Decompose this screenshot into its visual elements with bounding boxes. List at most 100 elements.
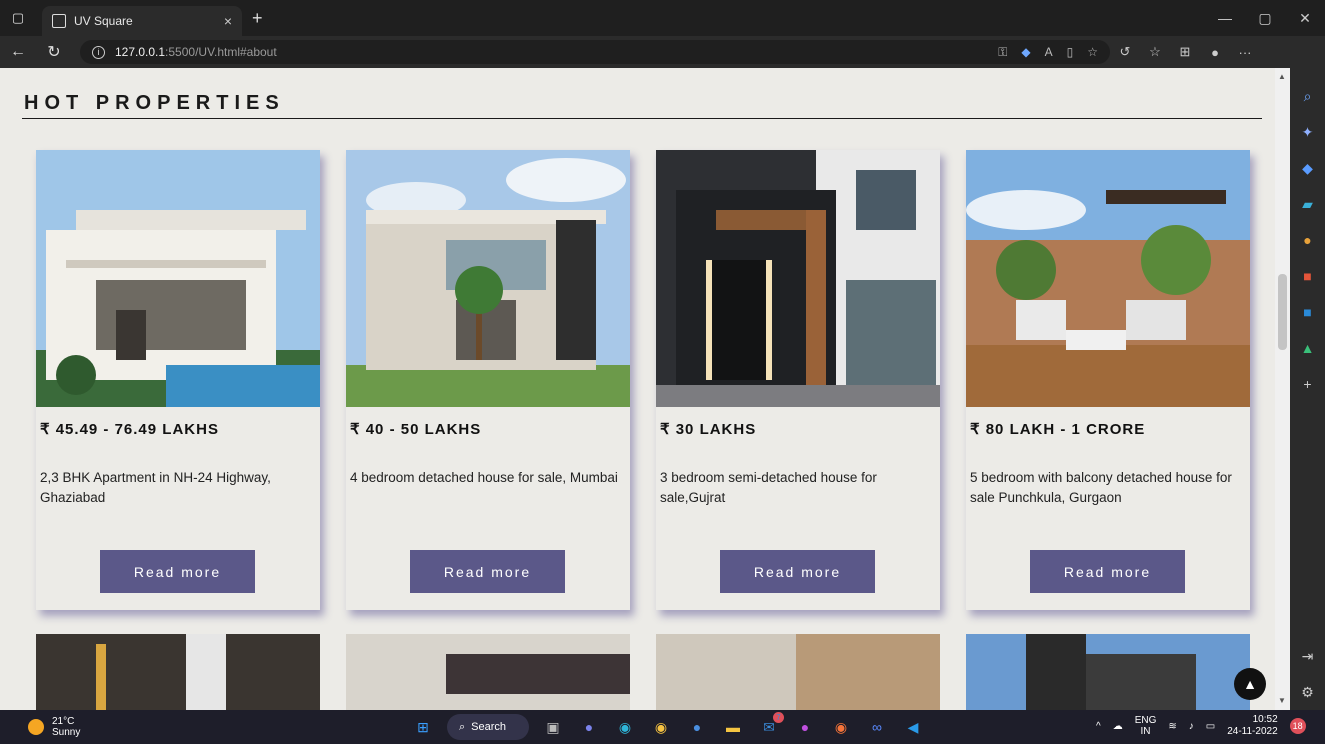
clock[interactable]: 10:52 24-11-2022 bbox=[1227, 714, 1277, 738]
page-title: HOT PROPERTIES bbox=[24, 92, 285, 114]
property-photo bbox=[966, 150, 1250, 407]
time: 10:52 bbox=[1252, 714, 1278, 725]
page-icon bbox=[52, 14, 66, 28]
shopping-tag-icon[interactable]: ◆ bbox=[1290, 150, 1325, 186]
read-more-button[interactable]: Read more bbox=[720, 550, 875, 593]
property-card: ₹ 40 - 50 LAKHS 4 bedroom detached house… bbox=[346, 150, 630, 610]
search-label: Search bbox=[471, 721, 507, 733]
profile-icon[interactable]: ● bbox=[1200, 36, 1230, 68]
address-bar-row: ← ↻ i 127.0.0.1 :5500/UV.html#about ⚿ ◆ … bbox=[0, 36, 1325, 68]
sidebar-toggle-icon[interactable]: ⇥ bbox=[1290, 638, 1325, 674]
menu-icon[interactable]: ··· bbox=[1230, 36, 1260, 68]
close-window-button[interactable]: ✕ bbox=[1285, 0, 1325, 36]
refresh-icon[interactable]: ↻ bbox=[36, 36, 72, 68]
property-description: 2,3 BHK Apartment in NH-24 Highway, Ghaz… bbox=[40, 470, 271, 505]
weather-widget[interactable]: 21°C Sunny bbox=[28, 716, 80, 738]
property-card-partial bbox=[656, 634, 940, 710]
property-description: 5 bedroom with balcony detached house fo… bbox=[970, 470, 1232, 505]
browser-titlebar: ▢ UV Square × + — ▢ ✕ bbox=[0, 0, 1325, 36]
scroll-up-icon[interactable]: ▲ bbox=[1278, 72, 1286, 81]
scroll-to-top-button[interactable]: ▲ bbox=[1234, 668, 1266, 700]
property-photo bbox=[36, 150, 320, 407]
site-info-icon[interactable]: i bbox=[92, 45, 105, 59]
battery-icon[interactable]: ▭ bbox=[1206, 721, 1215, 732]
search-icon[interactable]: ⌕ bbox=[1290, 78, 1325, 114]
app-icon[interactable]: ● bbox=[684, 714, 710, 740]
teams-icon[interactable]: ● bbox=[576, 714, 602, 740]
new-tab-button[interactable]: + bbox=[252, 8, 263, 29]
language-indicator[interactable]: ENG IN bbox=[1135, 715, 1157, 737]
vscode-icon[interactable]: ◀ bbox=[900, 714, 926, 740]
date: 24-11-2022 bbox=[1227, 726, 1278, 737]
page-scrollbar[interactable]: ▲ ▼ bbox=[1275, 68, 1290, 710]
taskbar-search[interactable]: ⌕ Search bbox=[447, 714, 529, 740]
refresh-page-icon[interactable]: ↺ bbox=[1110, 36, 1140, 68]
mail-badge: 7 bbox=[773, 712, 784, 723]
collections-icon[interactable]: ⊞ bbox=[1170, 36, 1200, 68]
volume-icon[interactable]: ♪ bbox=[1189, 721, 1194, 732]
file-explorer-icon[interactable]: ▬ bbox=[720, 714, 746, 740]
edge-icon[interactable]: ◉ bbox=[612, 714, 638, 740]
discover-icon[interactable]: ✦ bbox=[1290, 114, 1325, 150]
language-bottom: IN bbox=[1140, 726, 1151, 737]
firefox-icon[interactable]: ◉ bbox=[828, 714, 854, 740]
property-card-partial bbox=[966, 634, 1250, 710]
weather-condition: Sunny bbox=[52, 727, 81, 738]
page-content: HOT PROPERTIES ₹ 45.49 - 76.49 LAKHS 2,3… bbox=[0, 68, 1282, 710]
property-card: ₹ 80 LAKH - 1 CRORE 5 bedroom with balco… bbox=[966, 150, 1250, 610]
tab-actions-icon[interactable]: ▢ bbox=[0, 0, 36, 36]
cloud-icon[interactable]: ☁ bbox=[1113, 721, 1123, 732]
property-price: ₹ 40 - 50 LAKHS bbox=[350, 421, 482, 438]
mail-icon[interactable]: ✉ 7 bbox=[756, 712, 784, 740]
property-photo bbox=[346, 150, 630, 407]
read-more-button[interactable]: Read more bbox=[410, 550, 565, 593]
games-icon[interactable]: ● bbox=[1290, 222, 1325, 258]
wifi-icon[interactable]: ≋ bbox=[1168, 721, 1176, 732]
tab-close-icon[interactable]: × bbox=[224, 13, 232, 29]
settings-gear-icon[interactable]: ⚙ bbox=[1290, 674, 1325, 710]
tools-icon[interactable]: ▰ bbox=[1290, 186, 1325, 222]
chevron-up-icon[interactable]: ^ bbox=[1096, 721, 1101, 732]
title-divider bbox=[22, 118, 1262, 119]
favorite-star-icon[interactable]: ☆ bbox=[1087, 45, 1098, 59]
outlook-icon[interactable]: ■ bbox=[1290, 294, 1325, 330]
key-icon[interactable]: ⚿ bbox=[998, 45, 1007, 60]
url-input[interactable]: i 127.0.0.1 :5500/UV.html#about ⚿ ◆ A ▯ … bbox=[80, 40, 1110, 64]
favorites-icon[interactable]: ☆ bbox=[1140, 36, 1170, 68]
language-top: ENG bbox=[1134, 715, 1157, 726]
start-icon[interactable]: ⊞ bbox=[410, 714, 436, 740]
immersive-reader-icon[interactable]: ▯ bbox=[1067, 45, 1074, 59]
game-icon[interactable]: ● bbox=[792, 714, 818, 740]
temperature: 21°C bbox=[52, 716, 75, 727]
read-more-button[interactable]: Read more bbox=[1030, 550, 1185, 593]
url-host: 127.0.0.1 bbox=[115, 45, 166, 59]
chrome-icon[interactable]: ◉ bbox=[648, 714, 674, 740]
windows-taskbar: 21°C Sunny ⊞ ⌕ Search ▣ ● ◉ ◉ ● ▬ ✉ 7 ● ◉… bbox=[0, 710, 1325, 744]
scroll-thumb[interactable] bbox=[1278, 274, 1287, 350]
property-card-partial bbox=[346, 634, 630, 710]
system-tray: ^ ☁ ENG IN ≋ ♪ ▭ 10:52 24-11-2022 18 bbox=[1090, 714, 1306, 738]
property-card-partial bbox=[36, 634, 320, 710]
tag-icon[interactable]: ◆ bbox=[1021, 45, 1030, 59]
browser-sidebar: ⌕ ✦ ◆ ▰ ● ■ ■ ▲ + ⇥ ⚙ bbox=[1290, 68, 1325, 710]
browser-tab[interactable]: UV Square × bbox=[42, 6, 242, 36]
property-price: ₹ 30 LAKHS bbox=[660, 421, 757, 438]
sun-icon bbox=[28, 719, 44, 735]
add-icon[interactable]: + bbox=[1290, 366, 1325, 402]
search-icon: ⌕ bbox=[459, 720, 466, 733]
notification-badge[interactable]: 18 bbox=[1289, 718, 1306, 734]
property-description: 4 bedroom detached house for sale, Mumba… bbox=[350, 470, 618, 485]
office-icon[interactable]: ■ bbox=[1290, 258, 1325, 294]
property-card: ₹ 45.49 - 76.49 LAKHS 2,3 BHK Apartment … bbox=[36, 150, 320, 610]
property-description: 3 bedroom semi-detached house for sale,G… bbox=[660, 470, 877, 505]
task-view-icon[interactable]: ▣ bbox=[540, 714, 566, 740]
property-price: ₹ 45.49 - 76.49 LAKHS bbox=[40, 421, 219, 438]
back-icon[interactable]: ← bbox=[0, 36, 36, 68]
scroll-down-icon[interactable]: ▼ bbox=[1278, 696, 1286, 705]
read-more-button[interactable]: Read more bbox=[100, 550, 255, 593]
minimize-button[interactable]: — bbox=[1205, 0, 1245, 36]
read-aloud-icon[interactable]: A bbox=[1045, 45, 1053, 59]
tree-icon[interactable]: ▲ bbox=[1290, 330, 1325, 366]
app-icon-infinity[interactable]: ∞ bbox=[864, 714, 890, 740]
restore-button[interactable]: ▢ bbox=[1245, 0, 1285, 36]
